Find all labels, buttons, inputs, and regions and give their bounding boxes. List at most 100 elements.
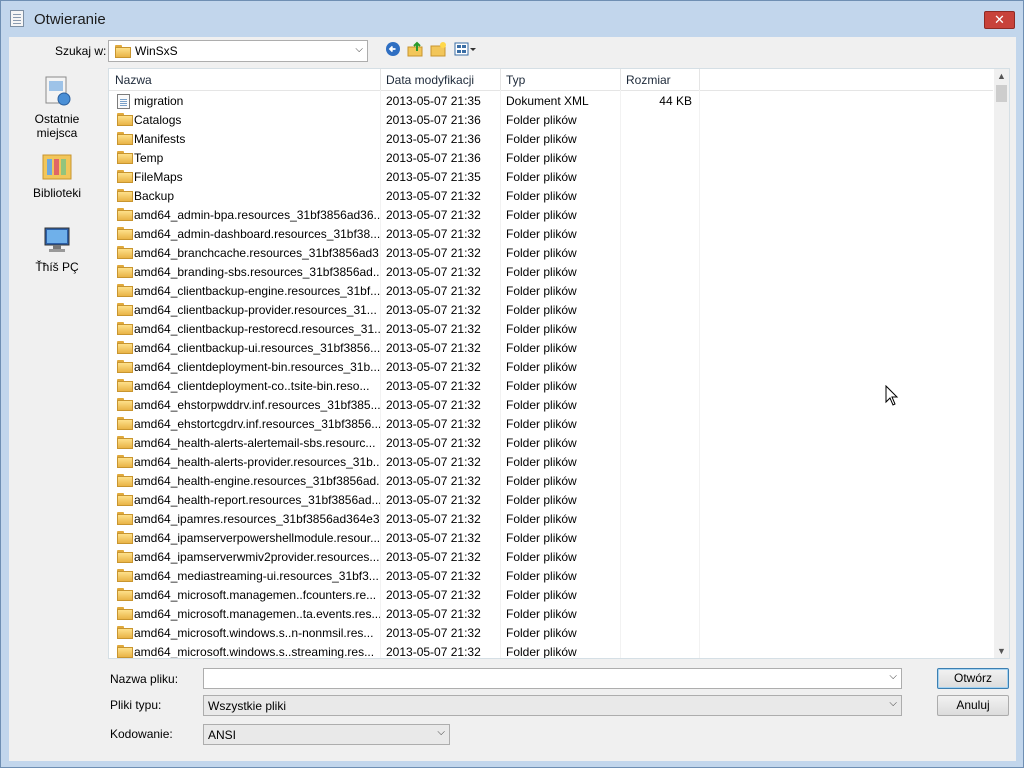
encoding-value: ANSI (208, 728, 237, 742)
view-menu-icon[interactable] (453, 41, 479, 59)
title-bar[interactable]: Otwieranie ✕ (1, 1, 1023, 37)
encoding-select[interactable]: ANSI ⌵ (203, 724, 450, 745)
folder-icon (117, 189, 133, 202)
column-header-name[interactable]: Nazwa (115, 73, 152, 87)
table-row[interactable]: amd64_clientbackup-ui.resources_31bf3856… (109, 339, 993, 358)
table-row[interactable]: migration 2013-05-07 21:35 Dokument XML 44 … (109, 92, 993, 111)
place-this-pc[interactable]: Ťħíš PÇ (21, 225, 93, 274)
chevron-down-icon[interactable]: ⌵ (889, 698, 897, 709)
table-row[interactable]: amd64_clientbackup-provider.resources_31… (109, 301, 993, 320)
cell-type: Folder plików (506, 455, 577, 469)
place-this-pc-label: Ťħíš PÇ (35, 260, 79, 274)
folder-icon (117, 132, 133, 145)
folder-icon (117, 569, 133, 582)
table-row[interactable]: amd64_microsoft.windows.s..streaming.res… (109, 643, 993, 659)
cell-name: migration (134, 94, 184, 108)
cell-name: Manifests (134, 132, 186, 146)
filename-input[interactable]: ⌵ (203, 668, 902, 689)
column-header-date[interactable]: Data modyfikacji (386, 73, 474, 87)
table-row[interactable]: amd64_microsoft.windows.s..n-nonmsil.res… (109, 624, 993, 643)
scroll-up-icon[interactable]: ▲ (994, 71, 1009, 81)
cell-date: 2013-05-07 21:32 (386, 607, 481, 621)
back-arrow-icon[interactable] (383, 41, 403, 59)
cell-date: 2013-05-07 21:32 (386, 341, 481, 355)
cancel-button[interactable]: Anuluj (937, 695, 1009, 716)
table-row[interactable]: Manifests 2013-05-07 21:36 Folder plików (109, 130, 993, 149)
filetype-value: Wszystkie pliki (208, 699, 287, 713)
table-row[interactable]: amd64_ehstorpwddrv.inf.resources_31bf385… (109, 396, 993, 415)
cell-name: Catalogs (134, 113, 182, 127)
column-header-type[interactable]: Typ (506, 73, 525, 87)
table-row[interactable]: amd64_admin-bpa.resources_31bf3856ad36..… (109, 206, 993, 225)
folder-icon (117, 303, 133, 316)
folder-icon (117, 607, 133, 620)
chevron-down-icon[interactable]: ⌵ (889, 671, 897, 682)
table-row[interactable]: amd64_branchcache.resources_31bf3856ad3.… (109, 244, 993, 263)
close-button[interactable]: ✕ (984, 11, 1015, 29)
cell-date: 2013-05-07 21:32 (386, 284, 481, 298)
cell-name: amd64_ehstorpwddrv.inf.resources_31bf385… (134, 398, 380, 412)
folder-icon (117, 341, 133, 354)
cell-date: 2013-05-07 21:32 (386, 322, 481, 336)
scroll-thumb[interactable] (996, 85, 1007, 102)
cell-name: amd64_admin-bpa.resources_31bf3856ad36..… (134, 208, 380, 222)
open-dialog: Otwieranie ✕ Szukaj w: WinSxS ⌵ Ostatnie (0, 0, 1024, 768)
table-row[interactable]: amd64_health-report.resources_31bf3856ad… (109, 491, 993, 510)
up-folder-icon[interactable] (406, 41, 426, 59)
table-row[interactable]: Temp 2013-05-07 21:36 Folder plików (109, 149, 993, 168)
cell-type: Folder plików (506, 170, 577, 184)
cell-date: 2013-05-07 21:32 (386, 189, 481, 203)
folder-icon (117, 170, 133, 183)
table-row[interactable]: amd64_ehstortcgdrv.inf.resources_31bf385… (109, 415, 993, 434)
table-row[interactable]: Catalogs 2013-05-07 21:36 Folder plików (109, 111, 993, 130)
place-libraries[interactable]: Biblioteki (21, 151, 93, 200)
open-button[interactable]: Otwórz (937, 668, 1009, 689)
cell-date: 2013-05-07 21:32 (386, 455, 481, 469)
cell-type: Folder plików (506, 531, 577, 545)
table-row[interactable]: amd64_clientdeployment-bin.resources_31b… (109, 358, 993, 377)
table-row[interactable]: amd64_ipamres.resources_31bf3856ad364e3.… (109, 510, 993, 529)
vertical-scrollbar[interactable]: ▲ ▼ (994, 69, 1009, 658)
table-row[interactable]: amd64_health-alerts-provider.resources_3… (109, 453, 993, 472)
table-row[interactable]: amd64_mediastreaming-ui.resources_31bf3.… (109, 567, 993, 586)
cell-size: 44 KB (659, 94, 692, 108)
filetype-select[interactable]: Wszystkie pliki ⌵ (203, 695, 902, 716)
cell-type: Folder plików (506, 493, 577, 507)
new-folder-icon[interactable] (429, 41, 449, 59)
cell-type: Folder plików (506, 569, 577, 583)
window-title: Otwieranie (34, 11, 106, 28)
look-in-value: WinSxS (135, 44, 178, 58)
cell-type: Folder plików (506, 208, 577, 222)
chevron-down-icon[interactable]: ⌵ (437, 727, 445, 738)
file-list[interactable]: Nazwa Data modyfikacji Typ Rozmiar migra… (108, 68, 1010, 659)
folder-icon (117, 265, 133, 278)
table-row[interactable]: amd64_health-engine.resources_31bf3856ad… (109, 472, 993, 491)
table-row[interactable]: amd64_health-alerts-alertemail-sbs.resou… (109, 434, 993, 453)
table-row[interactable]: amd64_admin-dashboard.resources_31bf38..… (109, 225, 993, 244)
table-row[interactable]: amd64_clientbackup-restorecd.resources_3… (109, 320, 993, 339)
cell-date: 2013-05-07 21:32 (386, 474, 481, 488)
scroll-down-icon[interactable]: ▼ (994, 646, 1009, 656)
table-row[interactable]: amd64_ipamserverpowershellmodule.resour.… (109, 529, 993, 548)
folder-icon (117, 512, 133, 525)
table-row[interactable]: amd64_ipamserverwmiv2provider.resources.… (109, 548, 993, 567)
cell-name: amd64_health-alerts-alertemail-sbs.resou… (134, 436, 376, 450)
table-row[interactable]: FileMaps 2013-05-07 21:35 Folder plików (109, 168, 993, 187)
cell-type: Folder plików (506, 645, 577, 659)
cell-type: Folder plików (506, 189, 577, 203)
cell-type: Folder plików (506, 341, 577, 355)
cell-date: 2013-05-07 21:32 (386, 512, 481, 526)
table-row[interactable]: Backup 2013-05-07 21:32 Folder plików (109, 187, 993, 206)
table-row[interactable]: amd64_clientbackup-engine.resources_31bf… (109, 282, 993, 301)
cell-date: 2013-05-07 21:32 (386, 436, 481, 450)
chevron-down-icon[interactable]: ⌵ (355, 44, 363, 55)
filename-label: Nazwa pliku: (110, 672, 179, 686)
table-row[interactable]: amd64_microsoft.managemen..ta.events.res… (109, 605, 993, 624)
table-row[interactable]: amd64_branding-sbs.resources_31bf3856ad.… (109, 263, 993, 282)
look-in-combo[interactable]: WinSxS ⌵ (108, 40, 368, 62)
column-header-size[interactable]: Rozmiar (626, 73, 671, 87)
place-recent[interactable]: Ostatnie miejsca (21, 75, 93, 140)
table-row[interactable]: amd64_microsoft.managemen..fcounters.re.… (109, 586, 993, 605)
table-row[interactable]: amd64_clientdeployment-co..tsite-bin.res… (109, 377, 993, 396)
cell-name: amd64_health-alerts-provider.resources_3… (134, 455, 380, 469)
